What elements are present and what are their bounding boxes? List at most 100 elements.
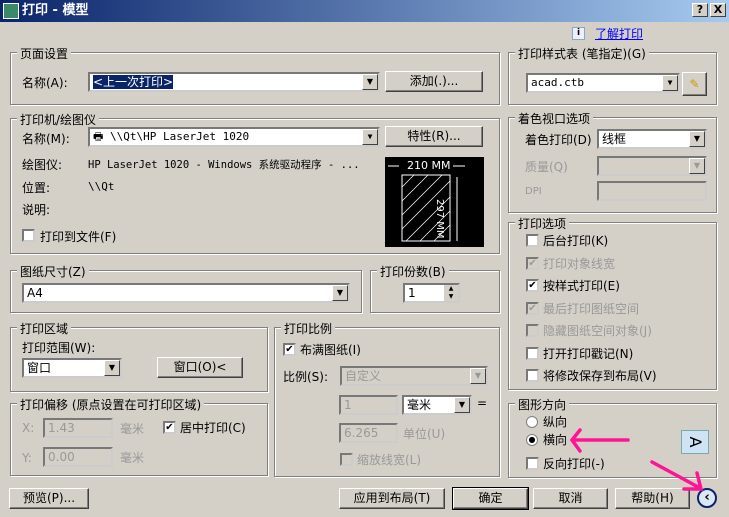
units-label: 单位(U) bbox=[403, 427, 446, 441]
selected-value: <上一次打印> bbox=[93, 75, 174, 89]
chevron-down-icon: ▼ bbox=[104, 360, 120, 376]
info-icon: i bbox=[572, 27, 585, 40]
plot-option-checkbox[interactable] bbox=[526, 234, 539, 247]
plot-option-label: 后台打印(K) bbox=[543, 234, 609, 248]
portrait-label: 纵向 bbox=[543, 415, 568, 429]
quality-label: 质量(Q) bbox=[525, 160, 568, 174]
page-icon-letter: A bbox=[686, 436, 705, 448]
reverse-plot-checkbox[interactable] bbox=[526, 457, 539, 470]
plot-option-checkbox[interactable]: ✔ bbox=[526, 256, 539, 270]
offset-x-input[interactable]: 1.43 bbox=[43, 418, 113, 438]
scale-units-input[interactable]: 6.265 bbox=[339, 423, 398, 443]
paper-size-select[interactable]: A4 ▼ bbox=[22, 283, 350, 303]
cancel-button[interactable]: 取消 bbox=[533, 488, 608, 509]
chevron-down-icon: ▼ bbox=[454, 397, 470, 413]
close-button[interactable]: X bbox=[710, 3, 726, 17]
plotter-value: HP LaserJet 1020 - Windows 系统驱动程序 - ... bbox=[88, 159, 360, 171]
portrait-radio[interactable] bbox=[526, 416, 538, 428]
location-label: 位置: bbox=[22, 181, 51, 195]
selected-value: 毫米 bbox=[407, 398, 432, 412]
window-pick-button[interactable]: 窗口(O)< bbox=[157, 357, 243, 378]
page-setup-name-label: 名称(A): bbox=[22, 76, 68, 90]
offset-x-unit: 毫米 bbox=[120, 422, 145, 436]
plot-style-select[interactable]: acad.ctb ▼ bbox=[526, 73, 680, 93]
group-title: 页面设置 bbox=[17, 45, 72, 62]
pencil-icon: ✎ bbox=[689, 77, 700, 91]
plot-option-label: 隐藏图纸空间对象(J) bbox=[543, 324, 652, 338]
landscape-radio[interactable]: ● bbox=[526, 434, 538, 446]
selected-value: 自定义 bbox=[345, 369, 382, 383]
preview-button[interactable]: 预览(P)... bbox=[9, 488, 89, 509]
plotter-label: 绘图仪: bbox=[22, 158, 63, 172]
chevron-down-icon: ▼ bbox=[689, 158, 705, 174]
fit-to-paper-checkbox[interactable]: ✔ bbox=[283, 343, 296, 356]
plot-option-checkbox[interactable] bbox=[526, 369, 539, 382]
chevron-down-icon: ▼ bbox=[662, 75, 678, 91]
scale-value-input[interactable]: 1 bbox=[339, 395, 398, 415]
center-plot-label: 居中打印(C) bbox=[180, 421, 246, 435]
selected-value: \\Qt\HP LaserJet 1020 bbox=[110, 130, 250, 143]
ok-button[interactable]: 确定 bbox=[452, 487, 529, 510]
offset-x-label: X: bbox=[22, 421, 35, 435]
collapse-options-button[interactable]: ‹ bbox=[697, 488, 717, 508]
scale-unit-select[interactable]: 毫米 ▼ bbox=[402, 395, 472, 415]
offset-y-label: Y: bbox=[22, 451, 32, 465]
plot-range-label: 打印范围(W): bbox=[22, 341, 96, 355]
paper-width-label: 210 MM bbox=[407, 159, 451, 172]
chevron-down-icon: ▼ bbox=[362, 129, 378, 145]
plot-option-checkbox[interactable]: ✔ bbox=[526, 301, 539, 315]
printer-select[interactable]: 🖶 \\Qt\HP LaserJet 1020 ▼ bbox=[88, 127, 380, 147]
quality-select[interactable]: ▼ bbox=[597, 156, 707, 176]
plot-option-checkbox[interactable] bbox=[526, 346, 539, 360]
group-title: 打印样式表 (笔指定)(G) bbox=[515, 45, 649, 62]
group-title: 打印机/绘图仪 bbox=[17, 111, 100, 128]
selected-value: 窗口 bbox=[27, 361, 52, 375]
landscape-label: 横向 bbox=[543, 433, 568, 447]
plot-option-label: 按样式打印(E) bbox=[543, 279, 620, 293]
copies-value: 1 bbox=[408, 286, 416, 300]
plot-range-select[interactable]: 窗口 ▼ bbox=[22, 358, 122, 378]
equals-sign: = bbox=[477, 396, 488, 410]
scale-lineweights-checkbox[interactable] bbox=[340, 453, 353, 466]
group-title: 打印比例 bbox=[281, 320, 336, 337]
chevron-down-icon: ▼ bbox=[689, 131, 705, 147]
chevron-down-icon: ▼ bbox=[332, 285, 348, 301]
plot-option-checkbox[interactable] bbox=[526, 324, 539, 337]
help-button[interactable]: 帮助(H) bbox=[615, 488, 690, 509]
chevron-left-icon: ‹ bbox=[704, 490, 710, 505]
print-to-file-checkbox[interactable] bbox=[22, 229, 35, 242]
offset-y-input[interactable]: 0.00 bbox=[43, 447, 113, 467]
help-title-button[interactable]: ? bbox=[692, 3, 708, 17]
center-plot-checkbox[interactable]: ✔ bbox=[163, 421, 176, 434]
plot-option-label: 最后打印图纸空间 bbox=[543, 301, 640, 316]
scale-label: 比例(S): bbox=[283, 370, 329, 384]
learn-print-link[interactable]: 了解打印 bbox=[595, 25, 643, 42]
page-setup-select[interactable]: <上一次打印> ▼ bbox=[88, 72, 380, 92]
fit-to-paper-label: 布满图纸(I) bbox=[300, 343, 361, 357]
apply-to-layout-button[interactable]: 应用到布局(T) bbox=[339, 488, 445, 509]
printer-name-label: 名称(M): bbox=[22, 132, 70, 146]
app-icon bbox=[3, 3, 19, 19]
dpi-label: DPI bbox=[525, 186, 542, 197]
plot-option-label: 打开打印戳记(N) bbox=[543, 346, 634, 361]
shade-plot-label: 着色打印(D) bbox=[525, 133, 592, 147]
plot-option-checkbox[interactable]: ✔ bbox=[526, 279, 539, 292]
dpi-input[interactable] bbox=[597, 181, 707, 201]
properties-button[interactable]: 特性(R)... bbox=[385, 126, 483, 147]
selected-value: A4 bbox=[27, 286, 43, 300]
plot-option-label: 将修改保存到布局(V) bbox=[543, 369, 657, 383]
group-title: 图形方向 bbox=[515, 396, 570, 413]
printer-icon: 🖶 bbox=[93, 130, 111, 143]
copies-spinner[interactable]: 1 ▲ ▼ bbox=[403, 283, 460, 303]
paper-height-label: 297 MM bbox=[434, 199, 445, 239]
paper-preview: 210 MM 297 MM bbox=[385, 157, 484, 247]
group-title: 打印偏移 (原点设置在可打印区域) bbox=[17, 396, 205, 413]
shade-plot-select[interactable]: 线框 ▼ bbox=[597, 129, 707, 149]
add-button[interactable]: 添加(.)... bbox=[385, 71, 483, 92]
print-to-file-label: 打印到文件(F) bbox=[40, 230, 117, 244]
spinner-arrows-icon[interactable]: ▲ ▼ bbox=[444, 285, 458, 301]
edit-style-button[interactable]: ✎ bbox=[682, 72, 707, 96]
scale-select[interactable]: 自定义 ▼ bbox=[340, 366, 488, 386]
title-bar: 打印 - 模型 bbox=[0, 0, 729, 22]
group-title: 打印区域 bbox=[17, 320, 72, 337]
